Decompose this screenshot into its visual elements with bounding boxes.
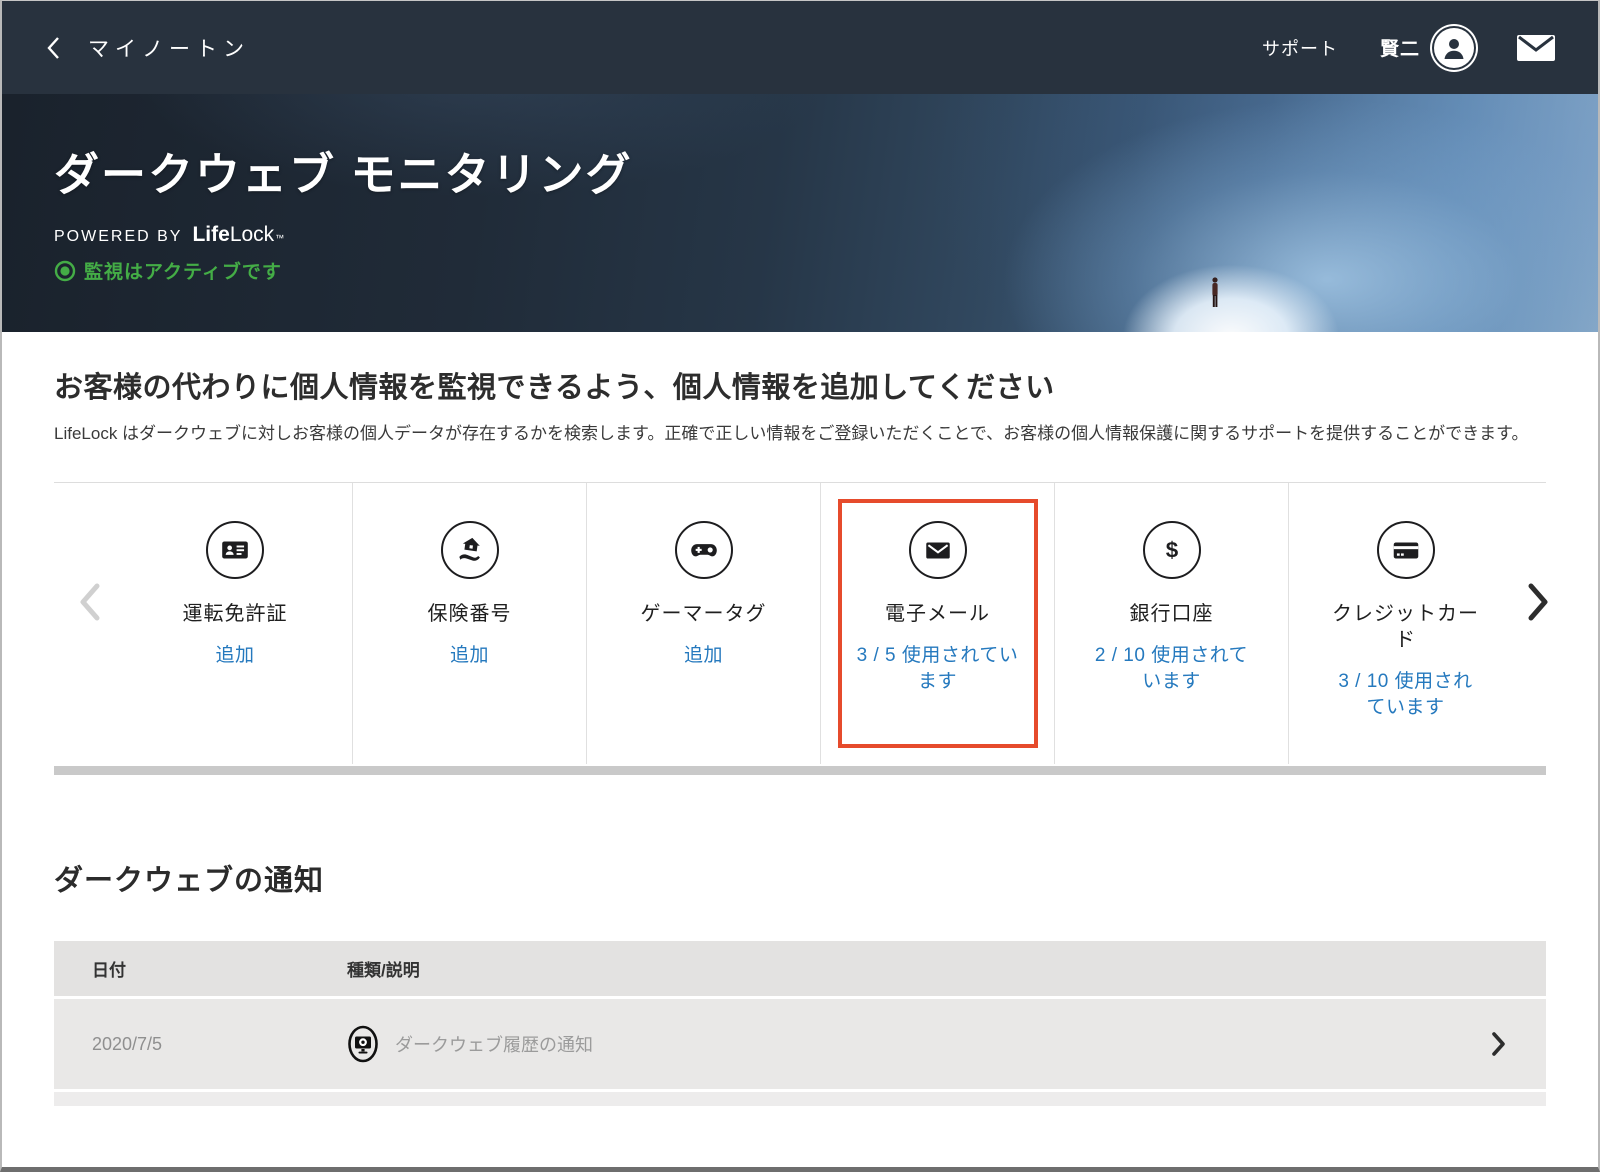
table-header-row: 日付 種類/説明: [54, 941, 1546, 997]
back-button[interactable]: [44, 35, 62, 61]
status-text: 監視はアクティブです: [84, 262, 282, 283]
table-row[interactable]: 2020/7/5 ダークウェブ履歴の通知: [54, 999, 1546, 1090]
dark-web-monitor-icon: [348, 1026, 378, 1063]
insurance-number-icon: [440, 521, 499, 580]
carousel-track: 運転免許証 追加 保険番号 追加 ゲーマータグ 追加 電子メール 3 / 5 使…: [118, 483, 1482, 765]
chevron-left-icon: [47, 36, 59, 59]
add-link[interactable]: 追加: [450, 643, 489, 669]
carousel-item-gamer-tag[interactable]: ゲーマータグ 追加: [586, 483, 820, 765]
main-content: お客様の代わりに個人情報を監視できるよう、個人情報を追加してください LifeL…: [2, 364, 1598, 1107]
bank-account-icon: $: [1142, 521, 1201, 580]
carousel-item-bank-account[interactable]: $ 銀行口座 2 / 10 使用されています: [1054, 483, 1288, 765]
credit-card-icon: [1376, 521, 1435, 580]
carousel-scrollbar[interactable]: [54, 766, 1546, 776]
carousel-next-button[interactable]: [1524, 581, 1552, 628]
brand-lock: Lock: [229, 223, 275, 246]
messages-button[interactable]: [1516, 33, 1556, 63]
carousel-item-label: 電子メール: [885, 603, 990, 626]
carousel-item-label: 銀行口座: [1129, 603, 1214, 626]
notifications-table: 日付 種類/説明 2020/7/5 ダークウェブ履歴の通知: [54, 941, 1546, 1107]
app-title[interactable]: マイノートン: [88, 33, 250, 63]
hero-banner: ダークウェブ モニタリング POWERED BY Life Lock ™ 監視はアクテ…: [2, 94, 1598, 332]
chevron-right-icon: [1492, 1032, 1505, 1057]
row-detail-button[interactable]: [1490, 1030, 1546, 1058]
carousel-item-label: ゲーマータグ: [640, 603, 767, 626]
usage-link[interactable]: 3 / 10 使用されています: [1330, 669, 1482, 720]
usage-link[interactable]: 2 / 10 使用されています: [1086, 643, 1258, 694]
table-next-row-partial: [54, 1092, 1546, 1107]
drivers-license-icon: [206, 521, 264, 580]
usage-link[interactable]: 3 / 5 使用されています: [853, 643, 1023, 694]
carousel-item-insurance-number[interactable]: 保険番号 追加: [352, 483, 586, 765]
carousel-item-label: 保険番号: [427, 603, 512, 626]
person-icon: [1444, 38, 1464, 59]
column-header-date: 日付: [92, 961, 126, 981]
envelope-icon: [1517, 34, 1555, 61]
highlight-box: 電子メール 3 / 5 使用されています: [837, 499, 1038, 749]
intro-heading: お客様の代わりに個人情報を監視できるよう、個人情報を追加してください: [54, 372, 1055, 404]
carousel-item-credit-card[interactable]: クレジットカード 3 / 10 使用されています: [1288, 483, 1522, 765]
page-title: ダークウェブ モニタリング: [54, 149, 633, 200]
top-navigation-bar: マイノートン サポート 賢二: [2, 1, 1598, 94]
carousel-item-label: 運転免許証: [182, 603, 288, 626]
brand-life: Life: [192, 223, 230, 246]
brand-trademark: ™: [275, 233, 287, 243]
support-link[interactable]: サポート: [1262, 35, 1338, 61]
powered-by-label: POWERED BY: [54, 228, 183, 245]
svg-text:$: $: [1165, 538, 1178, 563]
chevron-right-icon: [1528, 583, 1548, 621]
add-link[interactable]: 追加: [215, 643, 254, 669]
monitored-items-carousel: 運転免許証 追加 保険番号 追加 ゲーマータグ 追加 電子メール 3 / 5 使…: [54, 482, 1548, 765]
person-silhouette: [1212, 277, 1218, 307]
notifications-section-title: ダークウェブの通知: [54, 865, 325, 898]
intro-description: LifeLock はダークウェブに対しお客様の個人データが存在するかを検索します…: [54, 424, 1529, 443]
carousel-item-email[interactable]: 電子メール 3 / 5 使用されています: [820, 483, 1054, 765]
column-header-type: 種類/説明: [347, 961, 420, 981]
powered-by-lifelock: POWERED BY Life Lock ™: [54, 223, 1598, 247]
notification-description: ダークウェブ履歴の通知: [395, 1035, 593, 1056]
email-icon: [908, 521, 967, 580]
carousel-item-drivers-license[interactable]: 運転免許証 追加: [118, 483, 352, 764]
monitoring-status: 監視はアクティブです: [54, 257, 1598, 284]
add-link[interactable]: 追加: [684, 643, 723, 669]
notification-date: 2020/7/5: [92, 1033, 163, 1054]
chevron-left-icon: [80, 583, 100, 621]
status-active-icon: [54, 260, 76, 281]
avatar[interactable]: [1434, 27, 1474, 68]
carousel-prev-button[interactable]: [76, 581, 104, 628]
user-menu[interactable]: 賢二: [1379, 27, 1474, 68]
username-label: 賢二: [1379, 39, 1420, 60]
gamer-tag-icon: [674, 521, 733, 580]
dark-web-monitoring-page: マイノートン サポート 賢二 ダークウェブ モニタリング POWERED BY …: [0, 0, 1600, 1172]
carousel-item-label: クレジットカード: [1332, 603, 1479, 652]
